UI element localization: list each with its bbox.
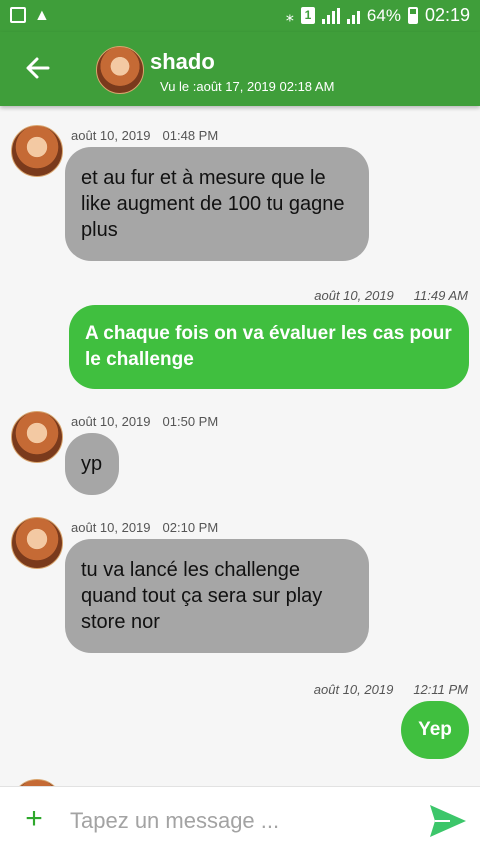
message-date: août 10, 2019	[314, 288, 394, 303]
contact-avatar[interactable]	[96, 46, 144, 94]
message-bubble[interactable]: A chaque fois on va évaluer les cas pour…	[69, 305, 469, 389]
message-bubble[interactable]: Yep	[401, 701, 469, 759]
message-meta: août 10, 2019 01:48 PM	[71, 128, 218, 143]
add-attachment-icon[interactable]: +	[20, 804, 48, 834]
wifi-icon: ▲	[34, 7, 50, 24]
chat-header: shado Vu le :août 17, 2019 02:18 AM	[0, 32, 480, 106]
sim-icon: 1	[300, 7, 315, 24]
message-bubble[interactable]: yp	[65, 433, 119, 495]
back-arrow-icon[interactable]	[20, 50, 56, 86]
message-date: août 10, 2019	[313, 682, 394, 697]
message-time: 11:49 AM	[413, 288, 468, 303]
message-time: 02:10 PM	[162, 520, 219, 535]
bluetooth-icon: ⁎	[285, 7, 294, 25]
message-time: 12:11 PM	[413, 682, 468, 697]
message-date: août 10, 2019	[71, 414, 151, 429]
message-bubble[interactable]: tu va lancé les challenge quand tout ça …	[65, 539, 369, 653]
message-time: 01:48 PM	[162, 128, 219, 143]
message-time: 01:50 PM	[162, 414, 219, 429]
signal-icon	[321, 7, 340, 24]
message-date: août 10, 2019	[71, 520, 151, 535]
battery-percent: 64%	[366, 5, 401, 25]
message-date: août 10, 2019	[71, 128, 151, 143]
message-meta: août 10, 2019 11:49 AM	[314, 288, 468, 303]
message-bubble[interactable]: et au fur et à mesure que le like augmen…	[65, 147, 369, 261]
message-composer: +	[0, 786, 480, 853]
status-bar: ▲ ⁎ 1 64% 02:19	[0, 0, 480, 32]
message-meta: août 10, 2019 12:11 PM	[314, 682, 468, 697]
message-list[interactable]: août 10, 2019 01:48 PM et au fur et à mes…	[0, 106, 480, 786]
sender-avatar	[11, 779, 63, 786]
sender-avatar	[11, 411, 63, 463]
last-seen: Vu le :août 17, 2019 02:18 AM	[160, 79, 335, 94]
message-meta: août 10, 2019 02:10 PM	[71, 520, 218, 535]
clock: 02:19	[424, 5, 470, 25]
signal-icon-2	[346, 8, 360, 24]
battery-icon	[407, 7, 418, 24]
send-icon[interactable]	[428, 803, 468, 839]
contact-name[interactable]: shado	[150, 49, 215, 75]
message-meta: août 10, 2019 01:50 PM	[71, 414, 218, 429]
sender-avatar	[11, 517, 63, 569]
gallery-notification-icon	[10, 7, 26, 23]
sender-avatar	[11, 125, 63, 177]
message-input[interactable]	[70, 801, 400, 841]
